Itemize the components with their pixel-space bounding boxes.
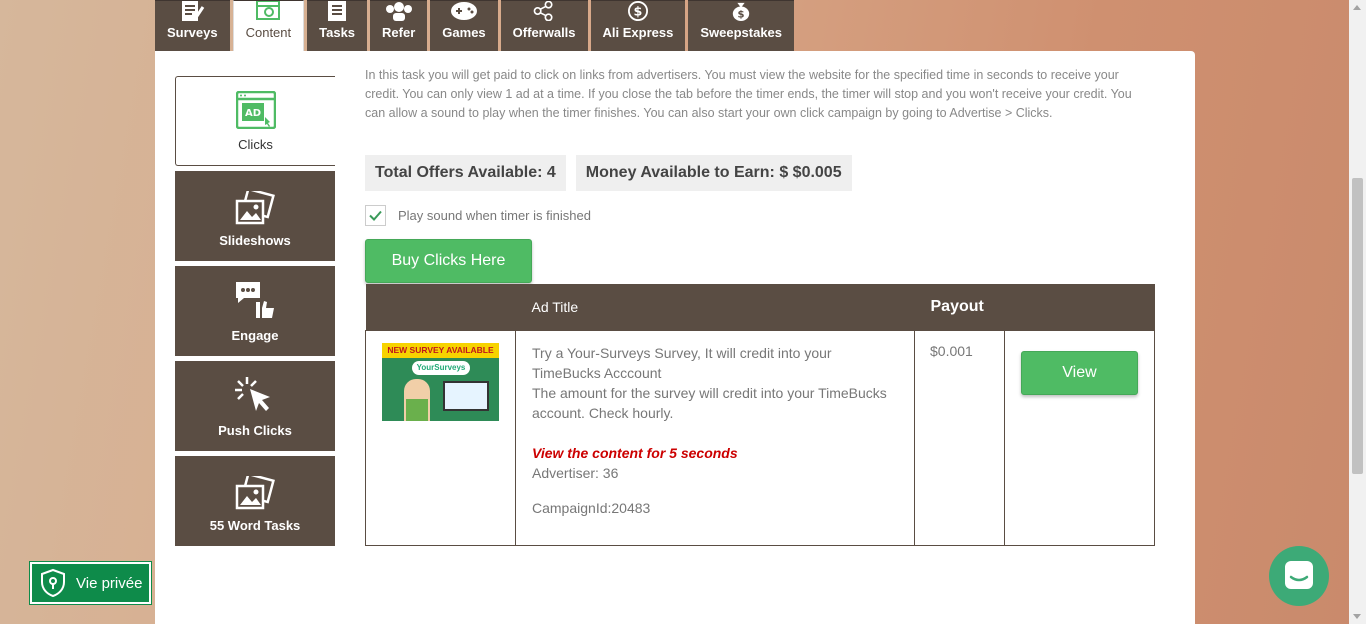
survey-icon [182, 1, 205, 21]
tab-offerwalls[interactable]: Offerwalls [500, 0, 588, 51]
ad-thumbnail[interactable]: NEW SURVEY AVAILABLE YourSurveys [382, 342, 499, 421]
ad-title-line: Try a Your-Surveys Survey, It will credi… [532, 344, 832, 381]
buy-clicks-button[interactable]: Buy Clicks Here [365, 239, 532, 283]
ad-description: The amount for the survey will credit in… [532, 384, 887, 421]
money-bag-icon: $ [733, 2, 750, 21]
sidebar-item-label: Engage [231, 328, 279, 343]
page-scrollbar[interactable] [1349, 0, 1366, 624]
sidebar-item-label: Push Clicks [218, 423, 292, 438]
column-header-ad-title: Ad Title [531, 298, 579, 315]
sound-label: Play sound when timer is finished [398, 208, 591, 223]
tab-label: Tasks [319, 25, 356, 40]
sound-checkbox[interactable] [365, 205, 386, 226]
tab-ali-express[interactable]: $ Ali Express [590, 0, 686, 51]
cursor-click-icon [235, 377, 270, 411]
svg-text:$: $ [634, 4, 643, 19]
sidebar-item-55-word-tasks[interactable]: 55 Word Tasks [175, 456, 335, 546]
scroll-up-icon[interactable] [1353, 5, 1361, 10]
clicks-content: In this task you will get paid to click … [365, 66, 1155, 546]
sidebar-item-label: Clicks [238, 137, 273, 152]
top-tabs: Surveys Content Tasks Refer Games Offerw… [155, 0, 795, 51]
share-icon [533, 1, 553, 21]
tab-content[interactable]: Content [232, 0, 305, 51]
refer-icon [385, 2, 412, 21]
images-icon [235, 191, 275, 225]
privacy-label: Vie privée [76, 574, 143, 592]
tab-label: Refer [382, 25, 416, 40]
sidebar-item-slideshows[interactable]: Slideshows [175, 171, 335, 261]
checkmark-icon [369, 210, 382, 221]
sound-option: Play sound when timer is finished [365, 205, 1155, 226]
sidebar-item-label: 55 Word Tasks [209, 518, 301, 533]
sidebar-item-clicks[interactable]: AD Clicks [175, 76, 335, 166]
thumbnail-cell: NEW SURVEY AVAILABLE YourSurveys [365, 329, 516, 546]
campaign-id: CampaignId:20483 [532, 499, 651, 516]
sidebar-item-push-clicks[interactable]: Push Clicks [175, 361, 335, 451]
column-header-payout: Payout [930, 297, 984, 315]
engage-icon [236, 282, 274, 318]
tab-refer[interactable]: Refer [370, 0, 428, 51]
money-available-stat: Money Available to Earn: $ $0.005 [575, 155, 852, 191]
privacy-button[interactable]: Vie privée [29, 561, 152, 605]
view-duration-note: View the content for 5 seconds [532, 444, 738, 461]
stats-row: Total Offers Available: 4 Money Availabl… [365, 155, 1155, 191]
sidebar-item-label: Slideshows [219, 233, 291, 248]
tab-label: Offerwalls [512, 25, 576, 40]
main-panel: AD Clicks Slideshows Engage Push Clicks … [155, 51, 1195, 624]
tasks-icon [328, 1, 347, 21]
tab-label: Surveys [167, 25, 218, 40]
thumbnail-banner: NEW SURVEY AVAILABLE [382, 342, 499, 358]
tab-games[interactable]: Games [430, 0, 498, 51]
tab-label: Ali Express [602, 25, 674, 40]
table-row: NEW SURVEY AVAILABLE YourSurveys Try a Y… [365, 329, 1155, 546]
content-icon [256, 1, 281, 20]
tab-tasks[interactable]: Tasks [307, 0, 368, 51]
tab-label: Sweepstakes [700, 25, 783, 40]
payout-cell: $0.001 [914, 329, 1005, 546]
thumbnail-person [404, 378, 430, 421]
svg-text:$: $ [738, 9, 745, 20]
table-header-row: Ad Title Payout [365, 284, 1155, 330]
sidebar-item-engage[interactable]: Engage [175, 266, 335, 356]
action-cell: View [1004, 329, 1155, 546]
tab-label: Games [442, 25, 486, 40]
scrollbar-thumb[interactable] [1352, 178, 1363, 474]
column-header-thumbnail [366, 284, 516, 330]
ads-table: Ad Title Payout NEW SURVEY AVAILABLE You… [365, 284, 1155, 546]
thumbnail-screen [443, 380, 489, 411]
gamepad-icon [450, 2, 477, 20]
shield-lock-icon [41, 568, 65, 598]
dollar-circle-icon: $ [627, 1, 648, 21]
advertiser-id: Advertiser: 36 [532, 464, 619, 481]
task-description: In this task you will get paid to click … [365, 68, 1132, 120]
svg-text:AD: AD [244, 108, 260, 119]
ad-title-cell: Try a Your-Surveys Survey, It will credi… [515, 329, 915, 546]
chat-icon [1285, 561, 1313, 589]
scroll-down-icon[interactable] [1353, 614, 1361, 619]
ad-icon: AD [235, 91, 276, 129]
images-icon [235, 476, 275, 510]
total-offers-stat: Total Offers Available: 4 [365, 155, 566, 191]
tab-sweepstakes[interactable]: $ Sweepstakes [688, 0, 795, 51]
tab-surveys[interactable]: Surveys [155, 0, 230, 51]
chat-widget-button[interactable] [1269, 546, 1329, 606]
sidebar: AD Clicks Slideshows Engage Push Clicks … [175, 76, 335, 551]
thumbnail-logo: YourSurveys [412, 360, 470, 375]
view-ad-button[interactable]: View [1021, 350, 1138, 395]
column-header-action [1005, 284, 1155, 330]
tab-label: Content [245, 25, 292, 40]
